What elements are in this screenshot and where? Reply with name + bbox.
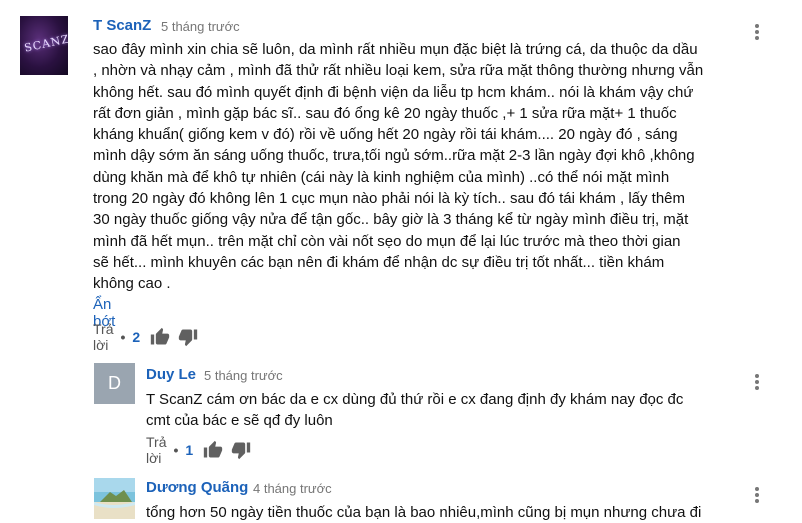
comment-time[interactable]: 5 tháng trước xyxy=(161,19,240,34)
reply-button[interactable]: Trả lời xyxy=(146,434,166,466)
comment-author[interactable]: Dương Quãng xyxy=(146,479,248,496)
reply-button[interactable]: Trả lời xyxy=(93,321,113,353)
thumb-down-icon[interactable] xyxy=(231,440,251,460)
like-count: 2 xyxy=(132,329,141,345)
avatar-logo: SCANZ xyxy=(23,32,68,55)
avatar[interactable] xyxy=(94,478,135,519)
comment-body: T ScanZ cám ơn bác da e cx dùng đủ thứ r… xyxy=(146,391,684,430)
comments-section: SCANZ T ScanZ 5 tháng trước sao đây mình… xyxy=(0,0,802,523)
comment-time[interactable]: 5 tháng trước xyxy=(204,368,283,383)
comment-body: sao đây mình xin chia sẽ luôn, da mình r… xyxy=(93,41,704,293)
comment-author[interactable]: T ScanZ xyxy=(93,17,151,34)
thumb-up-icon[interactable] xyxy=(150,327,170,347)
separator-dot: • xyxy=(120,329,126,345)
comment-author[interactable]: Duy Le xyxy=(146,366,196,383)
like-count: 1 xyxy=(185,442,194,458)
comment-time[interactable]: 4 tháng trước xyxy=(253,481,332,496)
comment-body: tổng hơn 50 ngày tiền thuốc của bạn là b… xyxy=(146,504,702,521)
comment-actions: Trả lời • 2 xyxy=(93,321,206,353)
comment-actions: Trả lời • 1 xyxy=(146,434,259,466)
thumb-down-icon[interactable] xyxy=(178,327,198,347)
avatar[interactable]: D xyxy=(94,363,135,404)
separator-dot: • xyxy=(173,442,179,458)
avatar[interactable]: SCANZ xyxy=(20,16,68,75)
thumb-up-icon[interactable] xyxy=(203,440,223,460)
